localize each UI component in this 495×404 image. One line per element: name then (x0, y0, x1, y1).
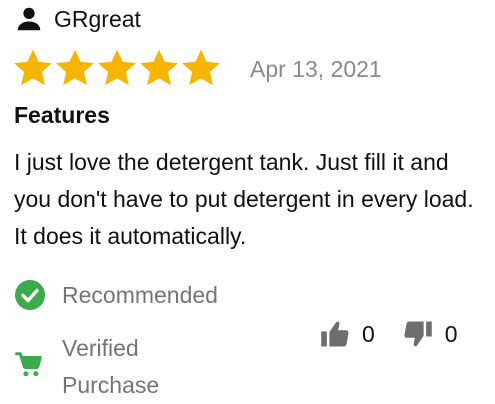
unhelpful-count: 0 (444, 321, 458, 347)
user-icon (17, 7, 41, 31)
star-icon (98, 49, 136, 86)
verified-label: Verified Purchase (62, 335, 160, 398)
star-icon (56, 49, 94, 86)
recommended-label: Recommended (62, 282, 218, 308)
review-body: I just love the detergent tank. Just fil… (14, 149, 474, 249)
review-title: Features (14, 102, 110, 128)
star-rating (12, 46, 222, 90)
helpful-button[interactable]: 0 (320, 319, 375, 349)
shopping-cart-icon (15, 352, 42, 377)
thumbs-down-icon[interactable] (403, 319, 433, 349)
author-name: GRgreat (54, 6, 141, 32)
star-icon (14, 49, 52, 86)
recommended-badge: Recommended (14, 278, 218, 312)
helpful-count: 0 (362, 321, 375, 347)
review-date: Apr 13, 2021 (250, 56, 382, 82)
author-row: GRgreat (14, 4, 141, 34)
check-circle-icon (15, 280, 45, 310)
star-icon (182, 49, 220, 86)
star-icon (140, 49, 178, 86)
stars-container (12, 47, 222, 89)
thumbs-up-icon[interactable] (320, 319, 350, 349)
unhelpful-button[interactable]: 0 (403, 319, 458, 349)
helpfulness-votes: 0 0 (320, 316, 458, 352)
review-card: GRgreat Apr 13, 2021 Features I just lov… (0, 0, 495, 402)
